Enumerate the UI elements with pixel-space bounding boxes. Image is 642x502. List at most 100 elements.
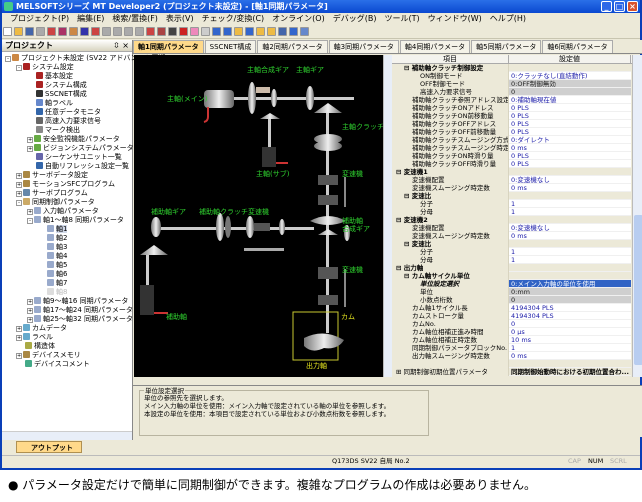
collapse-icon[interactable]: ⊟ — [404, 240, 412, 248]
menu-item[interactable]: 編集(E) — [77, 14, 104, 23]
tree-item[interactable]: 軸4 — [2, 252, 133, 261]
toolbar-button[interactable] — [25, 27, 34, 36]
maximize-button[interactable]: □ — [614, 1, 625, 12]
expand-icon[interactable]: + — [27, 209, 33, 215]
collapse-icon[interactable]: ⊟ — [404, 192, 412, 200]
column-header-value[interactable]: 設定値 — [509, 55, 631, 63]
property-row[interactable]: カム軸位相補正進み時間 0 μs — [392, 328, 642, 336]
tree-item[interactable]: システム構成 — [2, 81, 133, 90]
property-value[interactable]: 0 ms — [509, 352, 631, 360]
property-row[interactable]: 変速機配置 0:変速機なし — [392, 176, 642, 184]
property-value[interactable]: 1 — [509, 256, 631, 264]
tree-item[interactable]: シーケンサユニット一覧 — [2, 153, 133, 162]
toolbar-button[interactable] — [256, 27, 265, 36]
tree-item[interactable]: - 同期制御パラメータ — [2, 198, 133, 207]
property-row[interactable]: 分子 1 — [392, 248, 642, 256]
toolbar-button[interactable] — [36, 27, 45, 36]
menu-item[interactable]: ウィンドウ(W) — [428, 14, 482, 23]
close-button[interactable]: × — [627, 1, 638, 12]
menu-item[interactable]: プロジェクト(P) — [10, 14, 69, 23]
toolbar-button[interactable] — [168, 27, 177, 36]
property-row[interactable]: ⊟ 変速比 — [392, 240, 642, 248]
property-value[interactable]: 0:変速機なし — [509, 176, 631, 184]
tree-item[interactable]: 任意データモニタ — [2, 108, 133, 117]
property-row[interactable]: ON制御モード 0:クラッチなし(直結動作) — [392, 72, 642, 80]
tab-7[interactable]: 軸6同期パラメータ — [542, 40, 613, 53]
toolbar-button[interactable] — [234, 27, 243, 36]
toolbar-button[interactable] — [245, 27, 254, 36]
tree-item[interactable]: + 軸17～軸24 同期パラメータ — [2, 306, 133, 315]
property-value[interactable]: 0 — [509, 320, 631, 328]
collapse-icon[interactable]: - — [16, 65, 22, 71]
property-row[interactable]: ⊟ 出力軸 — [392, 264, 642, 272]
property-row[interactable]: 補助軸クラッチOFF時滑り量 0 PLS — [392, 160, 642, 168]
toolbar-button[interactable] — [58, 27, 67, 36]
property-row[interactable]: OFF制御モード 0:OFF制御無効 — [392, 80, 642, 88]
toolbar-button[interactable] — [190, 27, 199, 36]
tree-item[interactable]: - プロジェクト未設定 (SV22 アドバンスト同期 — [2, 54, 166, 63]
collapse-icon[interactable]: ⊟ — [396, 216, 404, 224]
property-row[interactable]: 補助軸クラッチ参照アドレス設定 0:補助軸現在値 — [392, 96, 642, 104]
scrollbar-thumb[interactable] — [634, 215, 642, 365]
expand-icon[interactable]: + — [27, 137, 33, 143]
collapse-icon[interactable]: - — [27, 218, 33, 224]
toolbar-button[interactable] — [14, 27, 23, 36]
tab-3[interactable]: 軸2同期パラメータ — [257, 40, 328, 53]
property-value[interactable]: 0:mm — [509, 288, 631, 296]
diagram-vertical-scrollbar[interactable] — [383, 55, 392, 377]
sync-diagram-canvas[interactable]: 主軸合成ギア 主軸ギア 主軸(メイン) 主軸クラッチ 主軸(サブ) 変速機 補助… — [134, 55, 383, 377]
toolbar-button[interactable] — [113, 27, 122, 36]
property-value[interactable]: 0 PLS — [509, 120, 631, 128]
tab-6[interactable]: 軸5同期パラメータ — [471, 40, 542, 53]
output-tab[interactable]: アウトプット — [16, 441, 82, 453]
transmission-2[interactable] — [318, 267, 338, 279]
tree-item[interactable]: 自動リフレッシュ設定一覧 — [2, 162, 133, 171]
menu-item[interactable]: チェック/変換(C) — [202, 14, 265, 23]
property-row[interactable]: 変速機配置 0:変速機なし — [392, 224, 642, 232]
expand-icon[interactable]: + — [16, 353, 22, 359]
tree-item[interactable]: SSCNET構成 — [2, 90, 133, 99]
property-row[interactable]: 分母 1 — [392, 256, 642, 264]
property-row[interactable]: ⊟ カム軸サイクル単位 — [392, 272, 642, 280]
toolbar-button[interactable] — [201, 27, 210, 36]
property-value[interactable]: 1 — [509, 344, 631, 352]
property-value[interactable]: 10 ms — [509, 336, 631, 344]
aux-motor[interactable] — [140, 285, 154, 315]
tree-item[interactable]: 軸6 — [2, 270, 133, 279]
property-value[interactable]: 0 PLS — [509, 152, 631, 160]
expand-icon[interactable]: ⊞ — [396, 368, 404, 376]
main-shaft-motor[interactable] — [203, 90, 234, 123]
property-row[interactable]: カム軸1サイクル長 4194304 PLS — [392, 304, 642, 312]
toolbar-button[interactable] — [300, 27, 309, 36]
property-row[interactable]: ⊟ 変速比 — [392, 192, 642, 200]
panel-close-icon[interactable]: ⇳ × — [113, 40, 129, 52]
toolbar-button[interactable] — [102, 27, 111, 36]
property-value[interactable]: 0:メイン入力軸の単位を使用 — [509, 280, 631, 288]
property-row[interactable]: カム軸位相補正時定数 10 ms — [392, 336, 642, 344]
aux-composite-gear[interactable] — [310, 216, 346, 225]
property-value[interactable]: 1 — [509, 248, 631, 256]
property-value[interactable]: 0:クラッチなし(直結動作) — [509, 72, 631, 80]
tab-1[interactable]: 軸1同期パラメータ — [133, 40, 204, 53]
tab-4[interactable]: 軸3同期パラメータ — [328, 40, 399, 53]
tree-item[interactable]: 軸2 — [2, 234, 133, 243]
aux-gear[interactable] — [151, 217, 161, 237]
property-row[interactable]: ⊞ 同期制御初期位置パラメータ 同期制御始動時における初期位置合わ... — [392, 368, 642, 376]
aux-clutch[interactable] — [216, 213, 224, 241]
property-value[interactable]: 0 ms — [509, 184, 631, 192]
tree-item[interactable]: - 軸1～軸8 同期パラメータ — [2, 216, 133, 225]
main-composite-gear[interactable] — [248, 82, 256, 114]
tree-item[interactable]: + デバイスメモリ — [2, 351, 133, 360]
toolbar-button[interactable] — [47, 27, 56, 36]
property-row[interactable]: ⊟ 変速機1 — [392, 168, 642, 176]
expand-icon[interactable]: + — [16, 326, 22, 332]
collapse-icon[interactable]: ⊟ — [404, 64, 412, 72]
tree-item[interactable]: + 軸9～軸16 同期パラメータ — [2, 297, 133, 306]
toolbar-button[interactable] — [146, 27, 155, 36]
property-row[interactable]: 補助軸クラッチOFFアドレス 0 PLS — [392, 120, 642, 128]
toolbar-button[interactable] — [91, 27, 100, 36]
property-value[interactable]: 1 — [509, 200, 631, 208]
expand-icon[interactable]: + — [16, 191, 22, 197]
tree-item[interactable]: + カムデータ — [2, 324, 133, 333]
property-value[interactable]: 同期制御始動時における初期位置合わ... — [509, 368, 631, 376]
